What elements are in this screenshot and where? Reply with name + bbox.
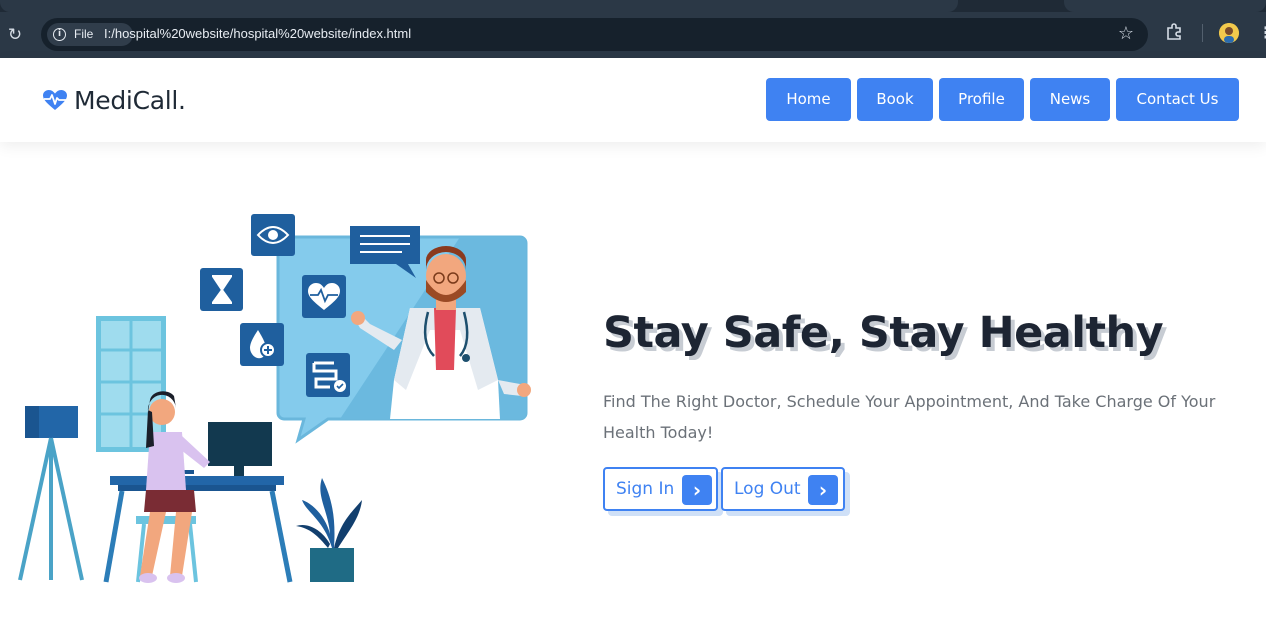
eye-icon [251,214,295,256]
hourglass-icon [200,268,243,311]
info-icon: i [53,28,66,41]
blood-drop-icon [240,323,284,366]
log-out-label: Log Out [734,479,801,499]
bookmark-star-icon[interactable]: ☆ [1118,23,1134,45]
nav-contact-button[interactable]: Contact Us [1116,78,1239,121]
nav-profile-button[interactable]: Profile [939,78,1024,121]
address-bar[interactable]: i File I:/hospital%20website/hospital%20… [41,18,1148,51]
url-text[interactable]: I:/hospital%20website/hospital%20website… [104,26,411,41]
sign-in-label: Sign In [616,479,675,499]
site-info-label: File [74,27,94,41]
nav-news-button[interactable]: News [1030,78,1110,121]
chevron-right-icon: › [808,475,838,505]
profile-avatar[interactable] [1219,23,1239,43]
hero-title: Stay Safe, Stay Healthy [603,308,1164,358]
chevron-right-icon: › [682,475,712,505]
browser-toolbar: ↻ i File I:/hospital%20website/hospital%… [0,12,1266,58]
site-header: MediCall. Home Book Profile News Contact… [0,58,1266,142]
brand-logo[interactable]: MediCall. [42,83,186,117]
sign-in-button[interactable]: Sign In › [603,467,718,511]
reload-icon[interactable]: ↻ [4,24,26,46]
telemedicine-illustration [18,214,531,583]
toolbar-divider [1202,24,1203,42]
browser-tab[interactable] [1064,0,1266,12]
nav-home-button[interactable]: Home [766,78,851,121]
menu-kebab-icon[interactable]: ⋮ [1258,22,1266,44]
heartbeat-icon [43,90,67,110]
floor-lamp-graphic [18,406,84,581]
heart-rate-icon [302,275,346,318]
potted-plant-graphic [296,478,362,582]
intestine-icon [306,353,350,397]
browser-tab[interactable] [0,0,958,12]
window-graphic [96,316,166,452]
brand-name: MediCall. [74,85,186,115]
browser-tabstrip [0,0,1266,12]
nav-book-button[interactable]: Book [857,78,933,121]
hero-subtitle: Find The Right Doctor, Schedule Your App… [603,392,1216,442]
extensions-icon[interactable] [1164,22,1184,42]
log-out-button[interactable]: Log Out › [721,467,845,511]
